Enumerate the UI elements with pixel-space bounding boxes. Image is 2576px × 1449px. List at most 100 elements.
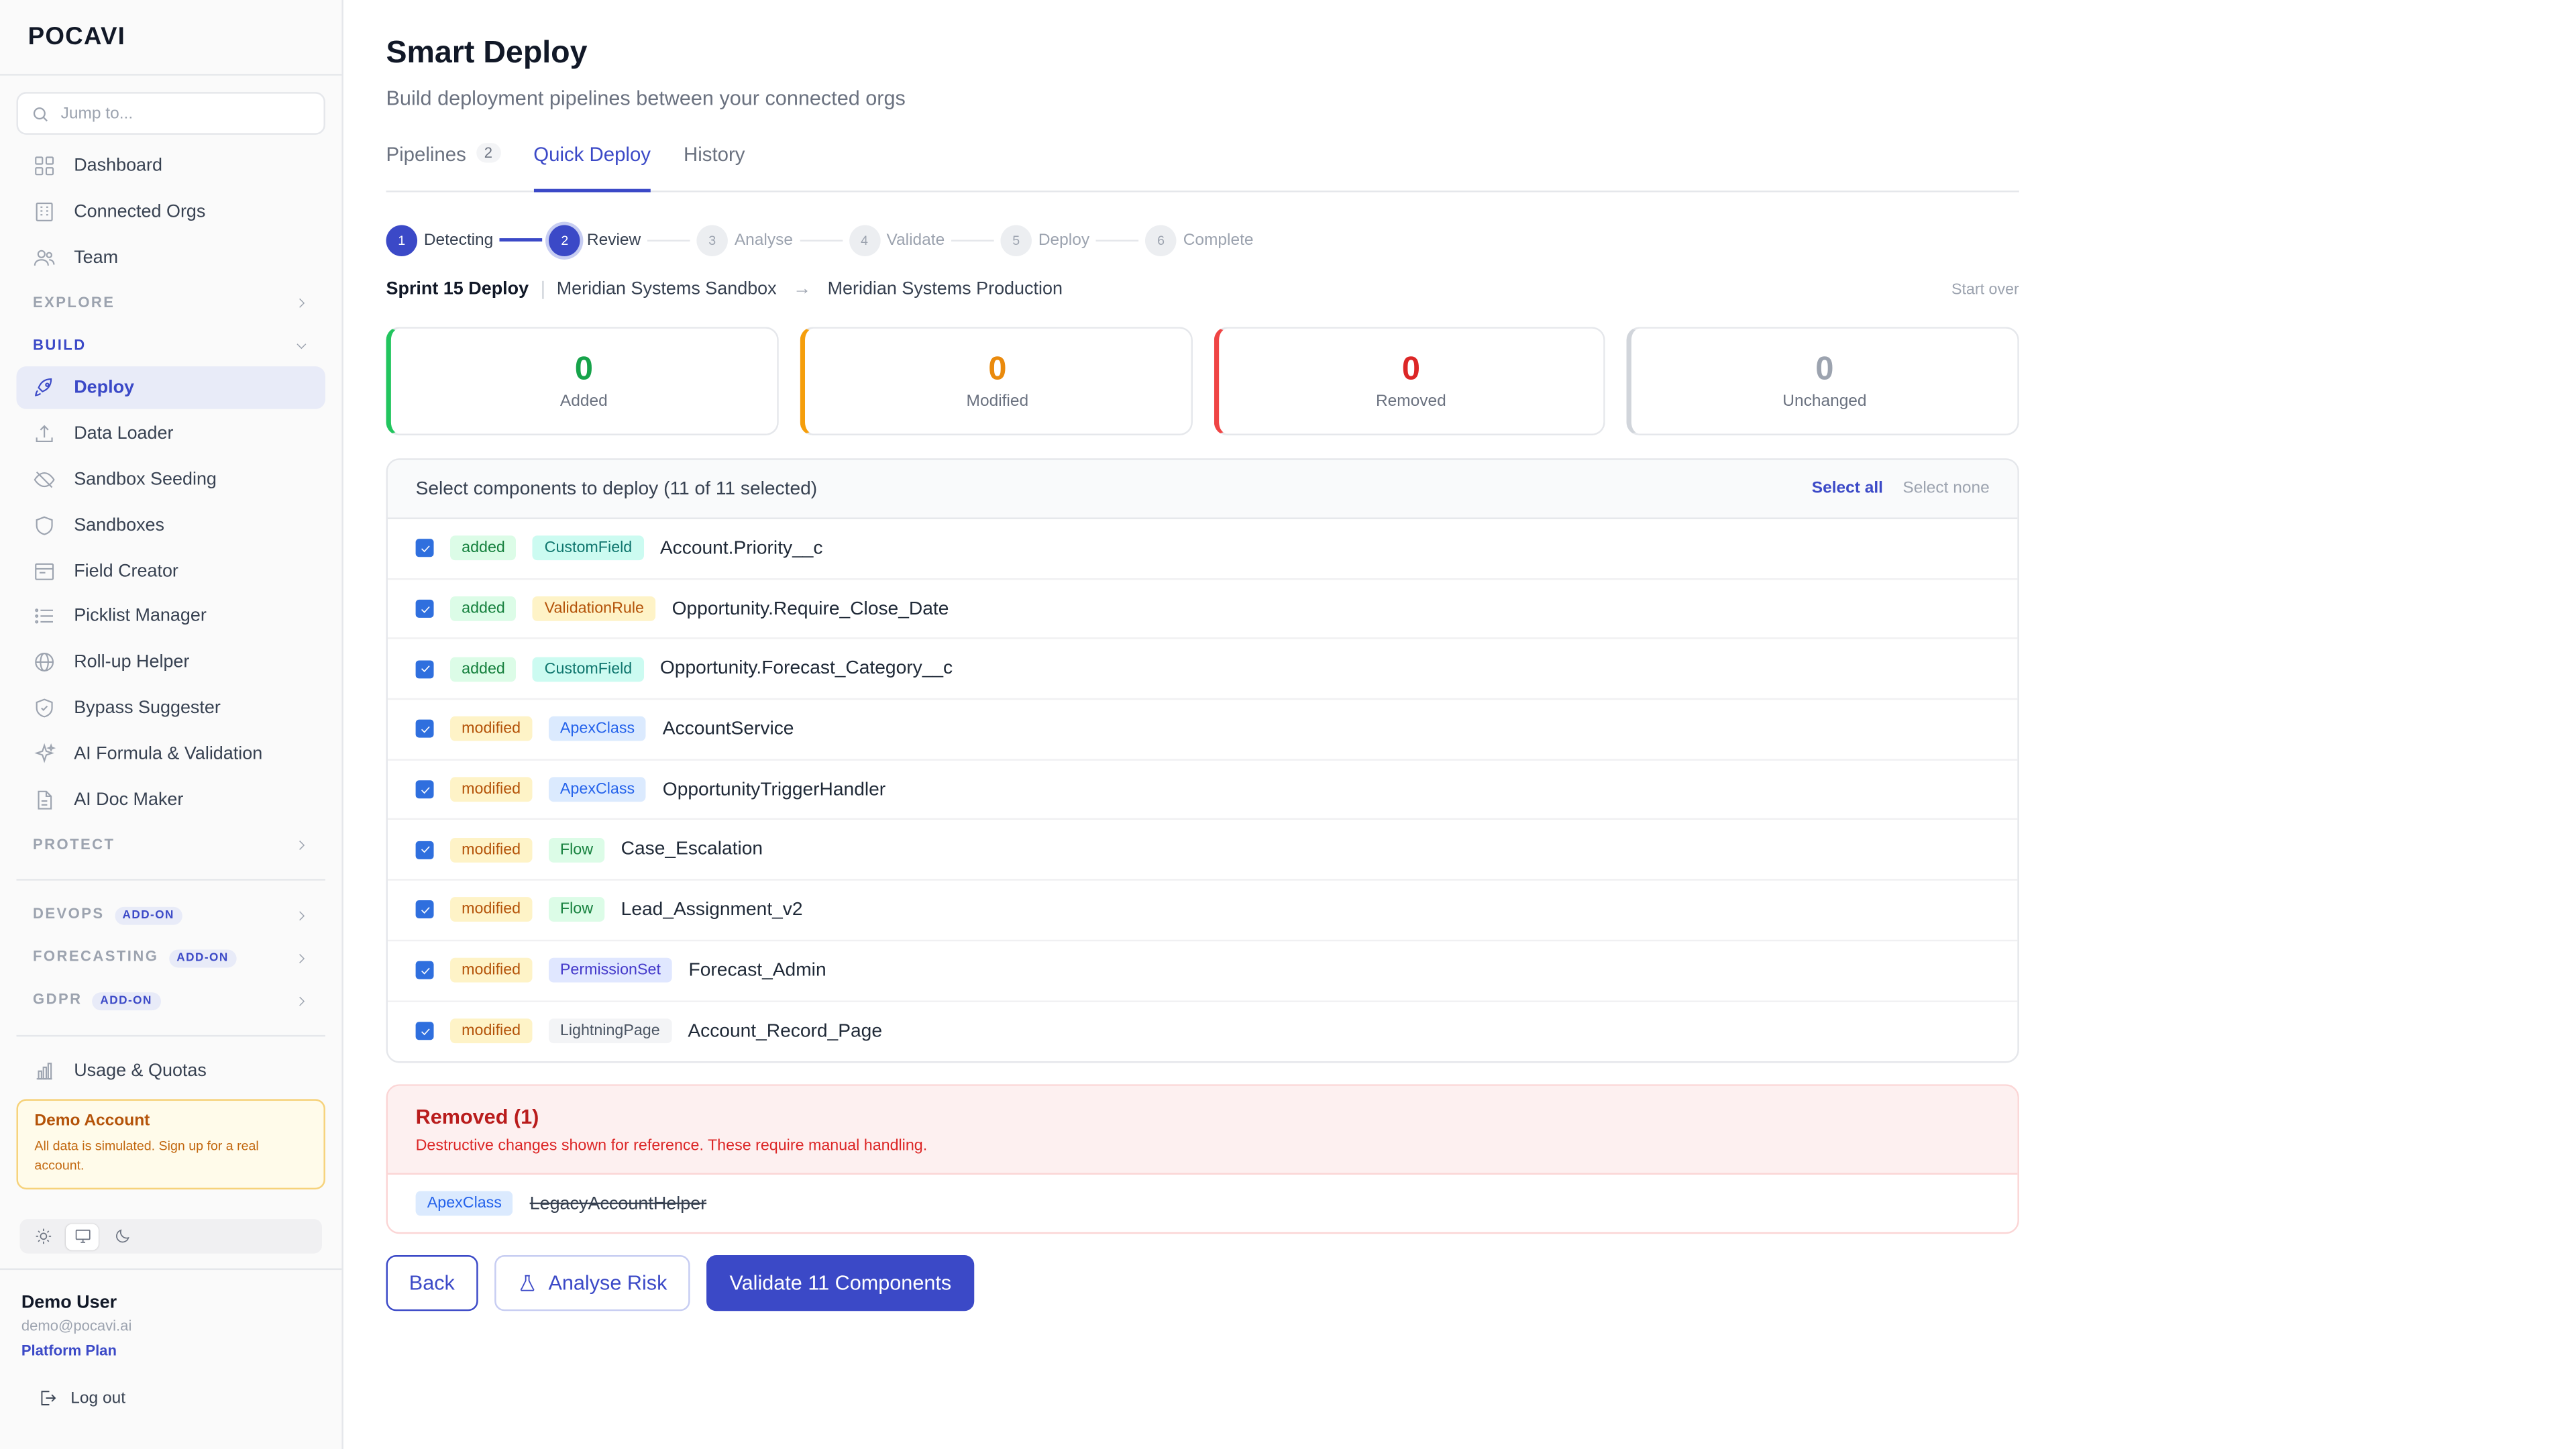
components-heading: Select components to deploy (11 of 11 se… xyxy=(415,478,818,499)
grid-icon xyxy=(35,156,54,176)
stat-added: 0 Added xyxy=(386,327,779,435)
user-name: Demo User xyxy=(21,1293,117,1313)
checkbox[interactable] xyxy=(415,539,434,558)
bar-chart-icon xyxy=(36,1063,52,1081)
sidebar-item-rollup-helper[interactable]: Roll-up Helper xyxy=(16,641,325,684)
component-row[interactable]: modified ApexClass OpportunityTriggerHandl… xyxy=(387,760,2018,821)
sidebar-item-label: Sandboxes xyxy=(74,515,165,535)
component-row[interactable]: modified LightningPage Account_Record_Page xyxy=(388,1002,2017,1062)
checkbox[interactable] xyxy=(415,961,434,979)
sidebar-item-team[interactable]: Team xyxy=(16,236,325,279)
back-button[interactable]: Back xyxy=(386,1255,478,1311)
section-protect[interactable]: PROTECT xyxy=(16,824,325,867)
removed-title: Removed (1) xyxy=(415,1106,539,1129)
checkbox[interactable] xyxy=(415,901,434,920)
step-label: Detecting xyxy=(423,231,494,250)
component-name: Account_Record_Page xyxy=(688,1021,882,1042)
section-devops[interactable]: DEVOPS ADD-ON xyxy=(16,894,325,937)
step-label: Validate xyxy=(886,231,945,250)
component-name: Opportunity.Forecast_Category__c xyxy=(659,659,953,679)
select-all-button[interactable]: Select all xyxy=(1812,480,1883,498)
select-none-button[interactable]: Select none xyxy=(1902,480,1989,498)
analyse-risk-button[interactable]: Analyse Risk xyxy=(494,1255,690,1311)
sidebar-item-sandboxes[interactable]: Sandboxes xyxy=(16,504,325,547)
rocket-icon xyxy=(35,378,52,397)
component-row[interactable]: modified Flow Case_Escalation xyxy=(387,820,2018,881)
step-label: Review xyxy=(586,231,641,250)
logout-button[interactable]: Log out xyxy=(21,1388,321,1407)
checkbox[interactable] xyxy=(415,780,434,799)
search-input[interactable]: Jump to... xyxy=(16,92,325,135)
divider xyxy=(16,879,325,881)
sidebar-item-picklist-manager[interactable]: Picklist Manager xyxy=(16,595,325,638)
sidebar-item-bypass-suggester[interactable]: Bypass Suggester xyxy=(16,687,325,730)
component-row[interactable]: modified ApexClass AccountService xyxy=(387,700,2018,761)
sidebar-item-label: Roll-up Helper xyxy=(74,652,190,673)
checkbox[interactable] xyxy=(415,599,434,618)
demo-title: Demo Account xyxy=(34,1112,150,1131)
stepper: 1 Detecting 2 Review 3 Analyse 4 Validat… xyxy=(386,222,2534,258)
target-org: Meridian Systems Production xyxy=(827,279,1063,299)
section-forecasting[interactable]: FORECASTING ADD-ON xyxy=(16,937,325,980)
sidebar-item-label: Picklist Manager xyxy=(74,606,207,627)
sun-icon xyxy=(35,1229,50,1244)
form-icon xyxy=(35,562,54,580)
theme-system-button[interactable] xyxy=(65,1224,99,1250)
check-icon xyxy=(420,1028,429,1035)
sidebar-item-dashboard[interactable]: Dashboard xyxy=(16,145,325,188)
users-icon xyxy=(34,249,55,266)
type-badge: ApexClass xyxy=(548,716,647,742)
component-row[interactable]: added ValidationRule Opportunity.Require_C… xyxy=(387,580,2018,640)
sidebar-item-deploy[interactable]: Deploy xyxy=(16,367,325,410)
theme-light-button[interactable] xyxy=(26,1224,59,1250)
eye-off-icon xyxy=(34,471,55,488)
sidebar-item-label: Field Creator xyxy=(74,561,178,581)
sidebar-item-data-loader[interactable]: Data Loader xyxy=(16,413,325,455)
component-row[interactable]: added CustomField Opportunity.Forecast_Cat… xyxy=(387,640,2018,700)
type-badge: CustomField xyxy=(533,656,644,682)
logo[interactable]: POCAVI xyxy=(0,0,342,76)
change-badge: modified xyxy=(450,837,533,863)
components-card: Select components to deploy (11 of 11 se… xyxy=(386,458,2019,1063)
section-build[interactable]: BUILD xyxy=(16,324,325,367)
theme-dark-button[interactable] xyxy=(105,1224,138,1250)
tab-quick-deploy[interactable]: Quick Deploy xyxy=(533,140,651,193)
sidebar-item-ai-formula[interactable]: AI Formula & Validation xyxy=(16,733,325,775)
component-row[interactable]: added CustomField Account.Priority__c xyxy=(387,519,2018,580)
section-gdpr[interactable]: GDPR ADD-ON xyxy=(16,979,325,1022)
step-label: Deploy xyxy=(1038,231,1090,250)
sidebar-item-field-creator[interactable]: Field Creator xyxy=(16,549,325,592)
sidebar-item-usage[interactable]: Usage & Quotas xyxy=(16,1051,325,1093)
stat-label: Modified xyxy=(966,392,1029,411)
user-plan[interactable]: Platform Plan xyxy=(21,1342,321,1358)
separator xyxy=(541,280,544,299)
removed-header: Removed (1) Destructive changes shown fo… xyxy=(387,1086,2018,1175)
building-icon xyxy=(36,202,53,221)
sidebar-item-ai-doc-maker[interactable]: AI Doc Maker xyxy=(16,778,325,821)
component-name: LegacyAccountHelper xyxy=(529,1193,707,1214)
tab-history[interactable]: History xyxy=(684,140,745,191)
component-name: Opportunity.Require_Close_Date xyxy=(672,598,949,619)
start-over-link[interactable]: Start over xyxy=(1951,280,2019,299)
component-row[interactable]: modified Flow Lead_Assignment_v2 xyxy=(387,881,2018,941)
checkbox[interactable] xyxy=(415,659,434,678)
validate-button[interactable]: Validate 11 Components xyxy=(706,1255,975,1311)
sidebar-item-sandbox-seeding[interactable]: Sandbox Seeding xyxy=(16,458,325,501)
page-subtitle: Build deployment pipelines between your … xyxy=(386,87,906,111)
step-number: 5 xyxy=(1000,224,1032,256)
checkbox[interactable] xyxy=(415,841,434,859)
sidebar-item-connected-orgs[interactable]: Connected Orgs xyxy=(16,191,325,233)
tab-pipelines[interactable]: Pipelines 2 xyxy=(386,140,501,191)
monitor-icon xyxy=(74,1230,90,1244)
component-row[interactable]: modified PermissionSet Forecast_Admin xyxy=(387,941,2018,1002)
checkbox[interactable] xyxy=(415,1022,434,1041)
logout-icon xyxy=(41,1391,56,1405)
stat-value: 0 xyxy=(988,352,1007,388)
section-explore[interactable]: EXPLORE xyxy=(16,282,325,325)
stat-label: Removed xyxy=(1375,392,1446,411)
step-complete: 6 Complete xyxy=(1145,224,1254,256)
actions: Back Analyse Risk Validate 11 Components xyxy=(386,1255,2534,1311)
checkbox[interactable] xyxy=(415,720,434,739)
main-content: Smart Deploy Build deployment pipelines … xyxy=(343,0,2576,1449)
sidebar-item-label: Data Loader xyxy=(74,424,174,444)
